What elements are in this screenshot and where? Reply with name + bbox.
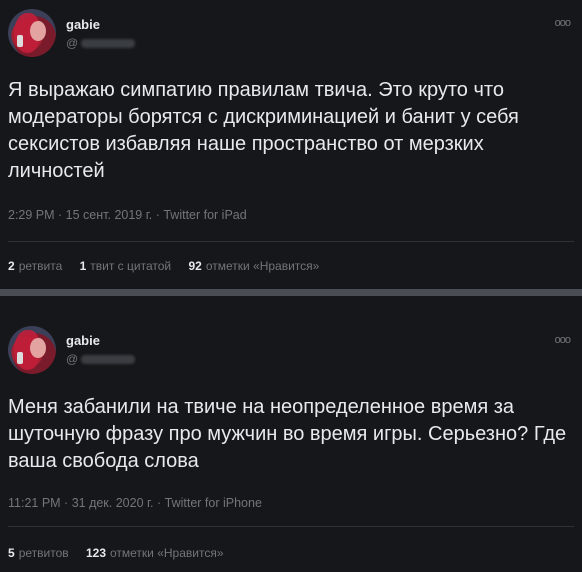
avatar-face xyxy=(30,21,46,41)
more-options-icon[interactable]: ooo xyxy=(555,17,571,29)
tweet-date[interactable]: 15 сент. 2019 г. xyxy=(55,208,153,222)
display-name[interactable]: gabie xyxy=(66,17,100,32)
avatar-phone xyxy=(17,35,23,47)
display-name[interactable]: gabie xyxy=(66,333,100,348)
handle-redacted xyxy=(81,39,136,49)
avatar[interactable] xyxy=(8,9,56,57)
tweet-card: gabie @ ooo Меня забанили на твиче на не… xyxy=(0,296,582,572)
divider xyxy=(8,526,574,527)
likes-count[interactable]: 92 отметки «Нравится» xyxy=(188,259,319,273)
tweet-meta: 11:21 PM31 дек. 2020 г.Twitter for iPhon… xyxy=(8,496,262,510)
likes-count[interactable]: 123 отметки «Нравится» xyxy=(86,546,224,560)
tweet-source[interactable]: Twitter for iPhone xyxy=(154,496,262,510)
handle-redacted xyxy=(81,355,136,365)
handle-prefix: @ xyxy=(66,36,79,50)
retweets-count[interactable]: 2 ретвита xyxy=(8,259,62,273)
handle-prefix: @ xyxy=(66,352,79,366)
tweet-date[interactable]: 31 дек. 2020 г. xyxy=(61,496,154,510)
tweet-meta: 2:29 PM15 сент. 2019 г.Twitter for iPad xyxy=(8,208,247,222)
quote-tweets-count[interactable]: 1 твит с цитатой xyxy=(80,259,172,273)
tweet-separator xyxy=(0,289,582,296)
tweet-card: gabie @ ooo Я выражаю симпатию правилам … xyxy=(0,0,582,289)
tweet-time[interactable]: 2:29 PM xyxy=(8,208,55,222)
user-handle[interactable]: @ xyxy=(66,36,136,50)
divider xyxy=(8,241,574,242)
avatar-phone xyxy=(17,352,23,364)
tweet-text: Меня забанили на твиче на неопределенное… xyxy=(8,396,567,472)
tweet-stats: 2 ретвита 1 твит с цитатой 92 отметки «Нрав… xyxy=(8,259,333,273)
tweet-time[interactable]: 11:21 PM xyxy=(8,496,61,510)
tweet-source[interactable]: Twitter for iPad xyxy=(152,208,246,222)
retweets-count[interactable]: 5 ретвитов xyxy=(8,546,69,560)
avatar-face xyxy=(30,338,46,358)
tweet-text: Я выражаю симпатию правилам твича. Это к… xyxy=(8,79,519,182)
avatar[interactable] xyxy=(8,326,56,374)
tweet-stats: 5 ретвитов 123 отметки «Нравится» xyxy=(8,546,238,560)
more-options-icon[interactable]: ooo xyxy=(555,334,571,346)
user-handle[interactable]: @ xyxy=(66,352,136,366)
